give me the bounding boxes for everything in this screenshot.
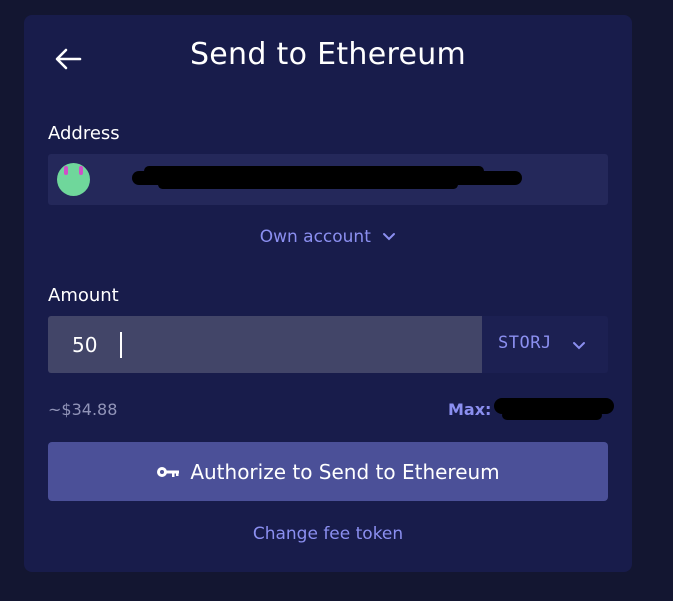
address-field[interactable] [48,154,608,205]
key-icon [156,465,180,479]
token-label: STORJ [498,333,552,353]
own-account-toggle[interactable]: Own account [24,227,632,247]
send-card: Send to Ethereum Address Own account Amo… [24,15,632,572]
amount-label: Amount [48,285,119,306]
max-button[interactable]: Max: [448,400,491,419]
own-account-label: Own account [259,227,371,247]
max-label: Max: [448,400,492,419]
authorize-label: Authorize to Send to Ethereum [190,459,500,484]
text-caret [120,332,122,358]
identicon-avatar [57,163,90,196]
amount-field[interactable] [48,316,482,373]
fiat-estimate: ~$34.88 [48,400,118,419]
token-select[interactable]: STORJ [482,316,608,373]
amount-input[interactable] [48,316,482,373]
chevron-down-icon [572,336,586,355]
address-label: Address [48,123,120,144]
chevron-down-icon [382,227,396,247]
page-title: Send to Ethereum [189,37,467,72]
authorize-button[interactable]: Authorize to Send to Ethereum [48,442,608,501]
change-fee-token-link[interactable]: Change fee token [24,524,632,544]
